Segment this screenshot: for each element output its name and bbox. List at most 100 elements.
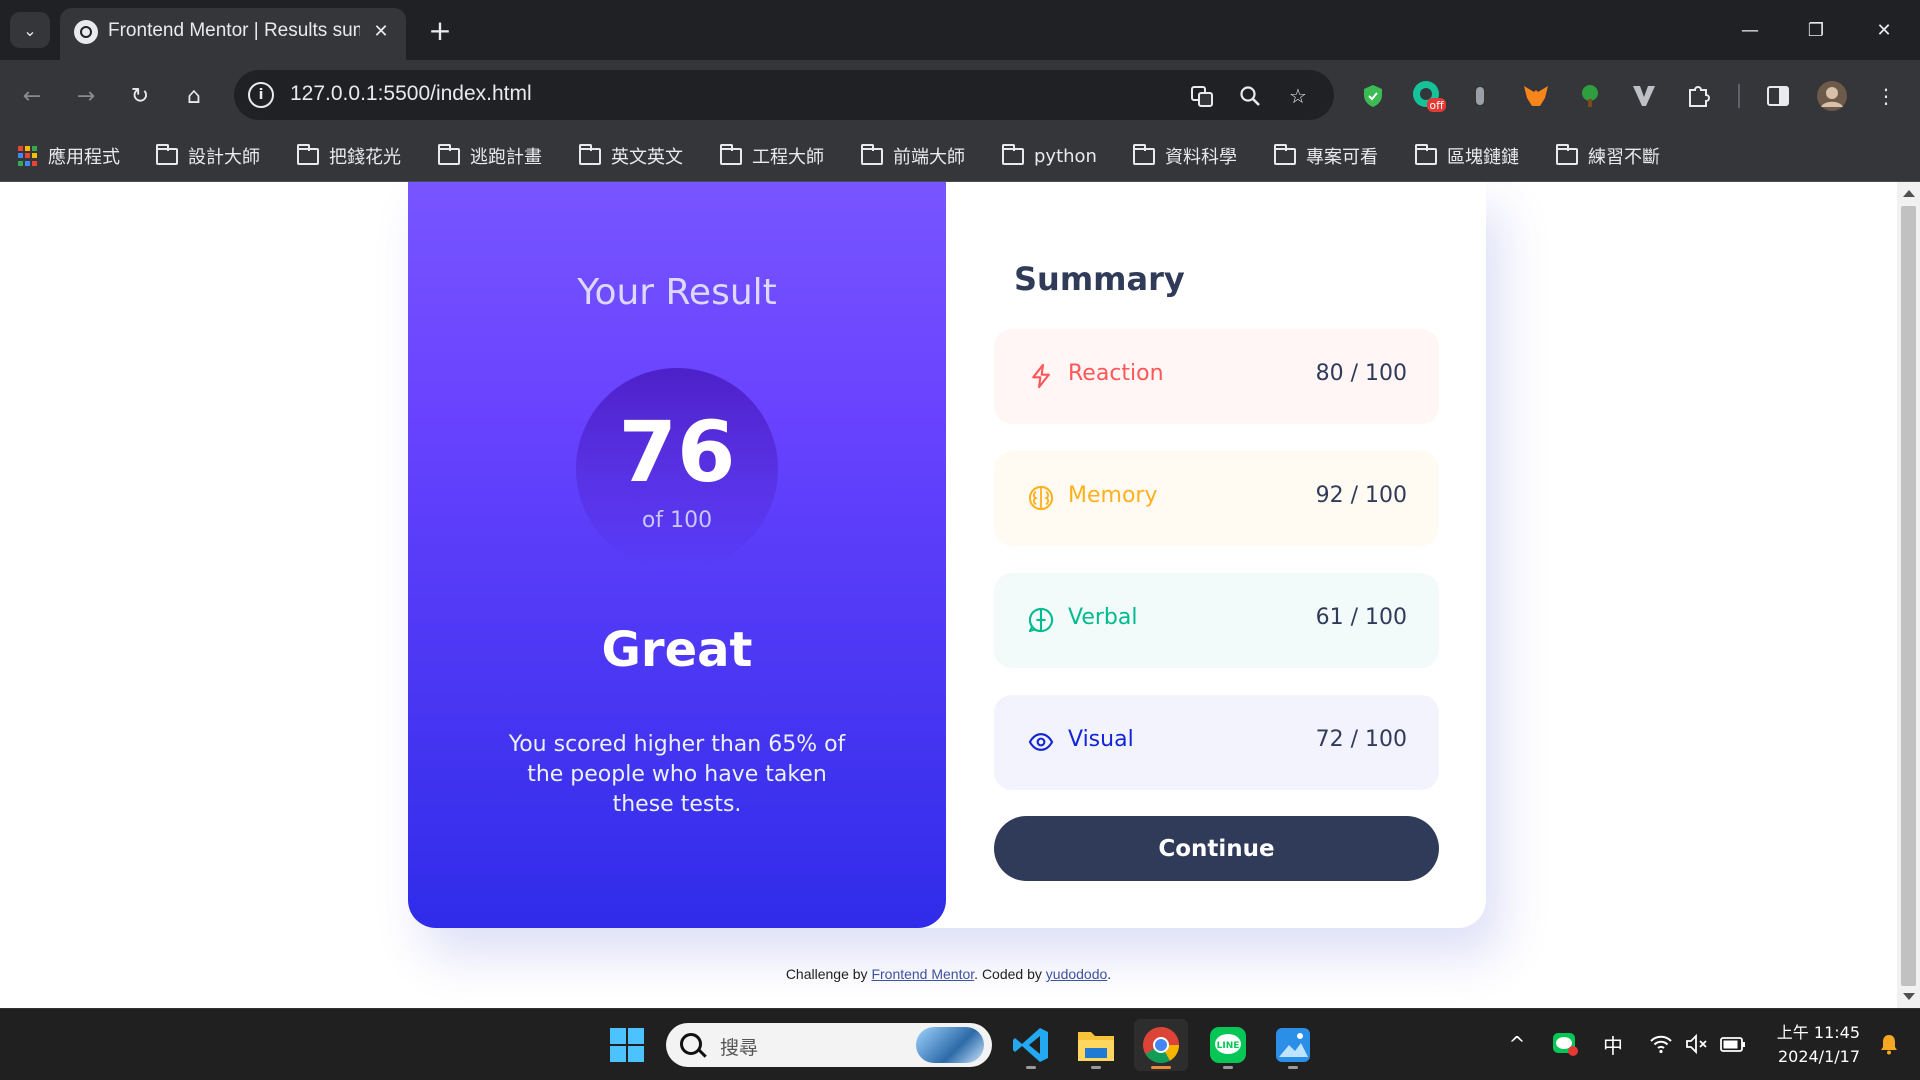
category-label: Reaction bbox=[1068, 361, 1164, 386]
summary-title: Summary bbox=[1014, 260, 1185, 298]
extension-badge: off bbox=[1429, 99, 1444, 112]
apps-icon bbox=[18, 146, 38, 166]
wifi-icon[interactable] bbox=[1646, 1029, 1676, 1059]
photos-app[interactable] bbox=[1266, 1019, 1320, 1071]
bookmark-label: 專案可看 bbox=[1306, 147, 1378, 168]
category-memory: Memory 92 / 100 bbox=[994, 451, 1439, 546]
running-indicator bbox=[1223, 1066, 1233, 1069]
fox-wallet-icon[interactable] bbox=[1518, 78, 1554, 114]
scroll-up-arrow-icon[interactable] bbox=[1903, 190, 1915, 197]
grammar-extension-icon[interactable]: off bbox=[1410, 78, 1446, 114]
mic-extension-icon[interactable] bbox=[1462, 78, 1498, 114]
close-window-icon[interactable]: ✕ bbox=[1864, 14, 1904, 46]
bookmark-label: 設計大師 bbox=[188, 147, 260, 168]
shield-extension-icon[interactable] bbox=[1355, 78, 1391, 114]
category-score: 92 / 100 bbox=[1316, 483, 1407, 508]
reload-icon[interactable]: ↻ bbox=[122, 78, 158, 114]
bookmark-label: 前端大師 bbox=[893, 147, 965, 168]
page-scrollbar[interactable] bbox=[1897, 182, 1920, 1008]
translate-icon[interactable] bbox=[1188, 82, 1216, 110]
extensions-puzzle-icon[interactable] bbox=[1680, 78, 1716, 114]
score-value: 92 bbox=[1315, 483, 1344, 508]
bookmark-folder[interactable]: 前端大師 bbox=[861, 142, 965, 170]
results-summary-card: Your Result 76 of 100 Great You scored h… bbox=[408, 182, 1486, 928]
score-max: / 100 bbox=[1350, 727, 1407, 752]
home-icon[interactable]: ⌂ bbox=[176, 78, 212, 114]
forward-icon[interactable]: → bbox=[68, 78, 104, 114]
bookmark-folder[interactable]: 練習不斷 bbox=[1556, 142, 1660, 170]
search-icon bbox=[680, 1033, 702, 1055]
profile-avatar[interactable] bbox=[1814, 78, 1850, 114]
score-max: / 100 bbox=[1350, 483, 1407, 508]
bookmark-label: 逃跑計畫 bbox=[470, 147, 542, 168]
line-app[interactable]: LINE bbox=[1201, 1019, 1255, 1071]
show-hidden-icons-icon[interactable]: ^ bbox=[1502, 1029, 1532, 1059]
ime-indicator[interactable]: 中 bbox=[1598, 1029, 1628, 1059]
category-score: 80 / 100 bbox=[1316, 361, 1407, 386]
folder-icon bbox=[1415, 143, 1437, 165]
close-tab-icon[interactable]: ✕ bbox=[368, 18, 394, 44]
volume-muted-icon[interactable] bbox=[1682, 1029, 1712, 1059]
chrome-app[interactable] bbox=[1134, 1019, 1188, 1071]
tree-extension-icon[interactable] bbox=[1572, 78, 1608, 114]
notification-bell-icon[interactable] bbox=[1874, 1029, 1904, 1059]
site-info-icon[interactable]: i bbox=[248, 82, 274, 108]
continue-button[interactable]: Continue bbox=[994, 816, 1439, 881]
url-text[interactable]: 127.0.0.1:5500/index.html bbox=[290, 82, 532, 106]
chrome-icon bbox=[1143, 1027, 1179, 1064]
bookmark-label: 工程大師 bbox=[752, 147, 824, 168]
category-score: 61 / 100 bbox=[1316, 605, 1407, 630]
menu-kebab-icon[interactable]: ⋮ bbox=[1868, 78, 1904, 114]
bookmark-label: 區塊鏈鏈 bbox=[1447, 147, 1519, 168]
restore-icon[interactable]: ❐ bbox=[1796, 14, 1836, 46]
clock-time: 上午 11:45 bbox=[1776, 1023, 1860, 1042]
scroll-thumb[interactable] bbox=[1901, 206, 1916, 986]
tab-search-button[interactable]: ⌄ bbox=[10, 12, 50, 48]
bookmark-label: 資料科學 bbox=[1165, 147, 1237, 168]
address-bar[interactable]: i 127.0.0.1:5500/index.html ☆ bbox=[234, 70, 1334, 120]
bookmark-folder[interactable]: 逃跑計畫 bbox=[438, 142, 542, 170]
bookmark-apps[interactable]: 應用程式 bbox=[18, 142, 120, 170]
bookmark-label: 練習不斷 bbox=[1588, 147, 1660, 168]
bookmark-folder[interactable]: 專案可看 bbox=[1274, 142, 1378, 170]
taskbar-search[interactable]: 搜尋 bbox=[666, 1023, 992, 1067]
vscode-app[interactable] bbox=[1004, 1019, 1058, 1071]
side-panel-icon[interactable] bbox=[1760, 78, 1796, 114]
zoom-icon[interactable] bbox=[1236, 82, 1264, 110]
bookmark-folder[interactable]: python bbox=[1002, 142, 1097, 170]
new-tab-button[interactable]: + bbox=[424, 14, 456, 47]
result-description: You scored higher than 65% of the people… bbox=[508, 732, 846, 817]
folder-icon bbox=[1133, 143, 1155, 165]
bookmark-folder[interactable]: 把錢花光 bbox=[297, 142, 401, 170]
category-reaction: Reaction 80 / 100 bbox=[994, 329, 1439, 424]
author-link[interactable]: yudododo bbox=[1046, 966, 1108, 982]
folder-icon bbox=[297, 143, 319, 165]
bookmark-folder[interactable]: 設計大師 bbox=[156, 142, 260, 170]
folder-icon bbox=[1078, 1032, 1114, 1061]
bookmark-star-icon[interactable]: ☆ bbox=[1284, 82, 1312, 110]
bookmark-folder[interactable]: 工程大師 bbox=[720, 142, 824, 170]
folder-icon bbox=[1274, 143, 1296, 165]
back-icon[interactable]: ← bbox=[14, 78, 50, 114]
system-clock[interactable]: 上午 11:45 2024/1/17 bbox=[1768, 1021, 1860, 1069]
score-value: 80 bbox=[1315, 361, 1344, 386]
folder-icon bbox=[720, 143, 742, 165]
score-value: 76 bbox=[618, 403, 736, 501]
vscode-icon bbox=[1013, 1028, 1048, 1062]
score-circle: 76 of 100 bbox=[576, 368, 778, 570]
bookmark-folder[interactable]: 資料科學 bbox=[1133, 142, 1237, 170]
battery-icon[interactable] bbox=[1718, 1029, 1748, 1059]
line-tray-icon[interactable] bbox=[1550, 1029, 1580, 1059]
attribution-prefix: Challenge by bbox=[785, 966, 872, 982]
v-extension-icon[interactable] bbox=[1626, 78, 1662, 114]
bookmark-folder[interactable]: 區塊鏈鏈 bbox=[1415, 142, 1519, 170]
bookmark-folder[interactable]: 英文英文 bbox=[579, 142, 683, 170]
minimize-icon[interactable]: — bbox=[1730, 14, 1770, 46]
browser-tab[interactable]: Frontend Mentor | Results summary compon… bbox=[60, 8, 406, 60]
attribution-suffix: . bbox=[1107, 966, 1112, 982]
clock-date: 2024/1/17 bbox=[1777, 1047, 1860, 1066]
scroll-down-arrow-icon[interactable] bbox=[1903, 993, 1915, 1000]
start-button[interactable] bbox=[600, 1019, 654, 1071]
file-explorer-app[interactable] bbox=[1069, 1019, 1123, 1071]
frontend-mentor-link[interactable]: Frontend Mentor bbox=[871, 966, 974, 982]
